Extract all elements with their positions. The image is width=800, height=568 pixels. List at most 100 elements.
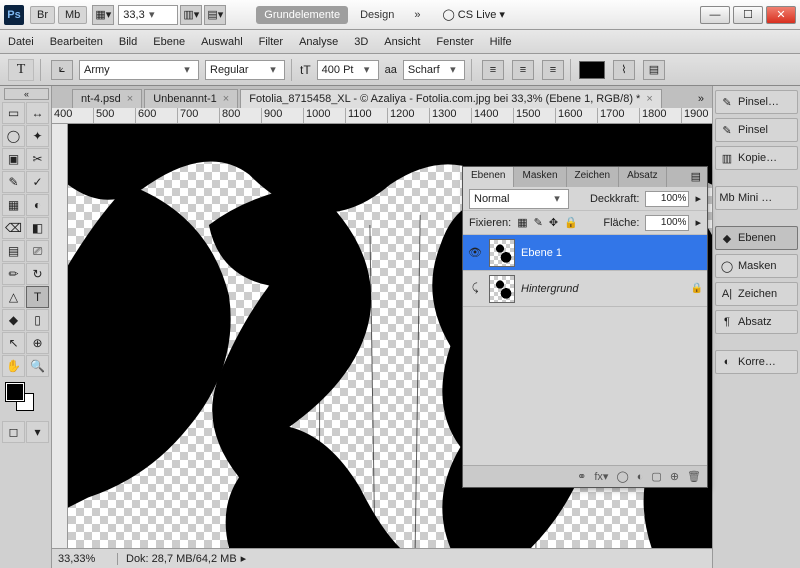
lock-pixels-icon[interactable]: ✎ [534, 216, 543, 229]
close-icon[interactable]: × [127, 93, 133, 105]
orientation-button[interactable]: ⟀ [51, 60, 73, 80]
align-center-button[interactable]: ≡ [512, 60, 534, 80]
menu-fenster[interactable]: Fenster [436, 36, 473, 48]
panel-button-pinsel[interactable]: ✎Pinsel [715, 118, 798, 142]
panel-button-pinsel[interactable]: ✎Pinsel… [715, 90, 798, 114]
color-swatches[interactable] [2, 381, 49, 417]
zoom-readout[interactable]: 33,33% [58, 553, 118, 565]
tool-22[interactable]: ✋ [2, 355, 25, 377]
doc-size[interactable]: Dok: 28,7 MB/64,2 MB [118, 553, 237, 565]
tool-5[interactable]: ✂ [26, 148, 49, 170]
layer-row[interactable]: ⤹ Hintergrund 🔒 [463, 271, 707, 307]
layer-name[interactable]: Hintergrund [521, 283, 578, 295]
character-panel-button[interactable]: ▤ [643, 60, 665, 80]
chevron-right-icon[interactable]: ▸ [241, 552, 247, 565]
opacity-input[interactable] [645, 191, 689, 207]
workspace-design[interactable]: Design [352, 6, 402, 24]
menu-bearbeiten[interactable]: Bearbeiten [50, 36, 103, 48]
menu-analyse[interactable]: Analyse [299, 36, 338, 48]
tool-4[interactable]: ▣ [2, 148, 25, 170]
tab-0[interactable]: nt-4.psd× [72, 89, 142, 108]
menu-ebene[interactable]: Ebene [153, 36, 185, 48]
tab-2[interactable]: Fotolia_8715458_XL - © Azaliya - Fotolia… [240, 89, 662, 108]
text-color-swatch[interactable] [579, 61, 605, 79]
quickmask-button[interactable]: ◻ [2, 421, 25, 443]
tool-1[interactable]: ↔ [26, 102, 49, 124]
lock-position-icon[interactable]: ✥ [549, 216, 558, 229]
workspace-grundelemente[interactable]: Grundelemente [256, 6, 348, 24]
bridge-chip[interactable]: Br [30, 6, 55, 24]
font-family-select[interactable]: Army▾ [79, 60, 199, 80]
new-layer-icon[interactable]: ⊕ [670, 470, 679, 483]
tool-14[interactable]: ✏ [2, 263, 25, 285]
panel-button-absatz[interactable]: ¶Absatz [715, 310, 798, 334]
close-button[interactable]: ✕ [766, 6, 796, 24]
lock-transparency-icon[interactable]: ▦ [517, 216, 527, 229]
close-icon[interactable]: × [646, 93, 652, 105]
layer-name[interactable]: Ebene 1 [521, 247, 562, 259]
panel-tab-absatz[interactable]: Absatz [619, 167, 667, 187]
tool-20[interactable]: ↖ [2, 332, 25, 354]
link-layers-icon[interactable]: ⚭ [577, 470, 586, 483]
tool-0[interactable]: ▭ [2, 102, 25, 124]
minimize-button[interactable]: — [700, 6, 730, 24]
tool-23[interactable]: 🔍 [26, 355, 49, 377]
menu-ansicht[interactable]: Ansicht [384, 36, 420, 48]
tool-11[interactable]: ◧ [26, 217, 49, 239]
extras-button[interactable]: ▤▾ [204, 5, 226, 25]
font-weight-select[interactable]: Regular▾ [205, 60, 285, 80]
tool-21[interactable]: ⊕ [26, 332, 49, 354]
tool-3[interactable]: ✦ [26, 125, 49, 147]
tool-15[interactable]: ↻ [26, 263, 49, 285]
fill-input[interactable] [645, 215, 689, 231]
arrange-button[interactable]: ▥▾ [180, 5, 202, 25]
maximize-button[interactable]: ☐ [733, 6, 763, 24]
screenmode-button[interactable]: ▾ [26, 421, 49, 443]
toolbox-collapse[interactable]: « [4, 88, 49, 100]
warp-text-button[interactable]: ⌇ [613, 60, 635, 80]
menu-3d[interactable]: 3D [354, 36, 368, 48]
tool-6[interactable]: ✎ [2, 171, 25, 193]
screen-mode-button[interactable]: ▦▾ [92, 5, 114, 25]
group-icon[interactable]: ▢ [651, 470, 661, 483]
tool-preset[interactable]: T [8, 59, 34, 81]
tool-10[interactable]: ⌫ [2, 217, 25, 239]
minibridge-chip[interactable]: Mb [58, 6, 87, 24]
tool-7[interactable]: ✓ [26, 171, 49, 193]
delete-icon[interactable]: 🗑 [687, 470, 701, 483]
fx-icon[interactable]: fx▾ [594, 470, 608, 483]
menu-auswahl[interactable]: Auswahl [201, 36, 243, 48]
align-left-button[interactable]: ≡ [482, 60, 504, 80]
foreground-color[interactable] [6, 383, 24, 401]
tabs-overflow[interactable]: » [690, 90, 712, 108]
align-right-button[interactable]: ≡ [542, 60, 564, 80]
tab-1[interactable]: Unbenannt-1× [144, 89, 238, 108]
workspace-more[interactable]: » [406, 6, 428, 24]
tool-18[interactable]: ◆ [2, 309, 25, 331]
panel-button-masken[interactable]: ◯Masken [715, 254, 798, 278]
blend-mode-select[interactable]: Normal▾ [469, 189, 569, 209]
menu-hilfe[interactable]: Hilfe [490, 36, 512, 48]
font-size-select[interactable]: 400 Pt▾ [317, 60, 379, 80]
layer-thumbnail[interactable] [489, 239, 515, 267]
antialias-select[interactable]: Scharf▾ [403, 60, 465, 80]
panel-button-korre[interactable]: ◐Korre… [715, 350, 798, 374]
mask-icon[interactable]: ◯ [616, 470, 628, 483]
panel-tab-masken[interactable]: Masken [514, 167, 566, 187]
panel-tab-ebenen[interactable]: Ebenen [463, 167, 514, 187]
menu-filter[interactable]: Filter [259, 36, 283, 48]
cslive-button[interactable]: ◯ CS Live▾ [442, 8, 504, 21]
tool-19[interactable]: ▯ [26, 309, 49, 331]
panel-button-mini[interactable]: MbMini … [715, 186, 798, 210]
close-icon[interactable]: × [223, 93, 229, 105]
adjustment-icon[interactable]: ◐ [637, 471, 644, 483]
panel-button-kopie[interactable]: ▥Kopie… [715, 146, 798, 170]
menu-bild[interactable]: Bild [119, 36, 137, 48]
chevron-right-icon[interactable]: ▸ [695, 216, 701, 229]
visibility-icon[interactable]: ⤹ [467, 282, 483, 295]
ruler-vertical[interactable] [52, 124, 68, 548]
zoom-dropdown[interactable]: 33,3▾ [118, 5, 178, 25]
layer-row[interactable]: 👁 Ebene 1 [463, 235, 707, 271]
panel-button-zeichen[interactable]: A|Zeichen [715, 282, 798, 306]
layer-thumbnail[interactable] [489, 275, 515, 303]
